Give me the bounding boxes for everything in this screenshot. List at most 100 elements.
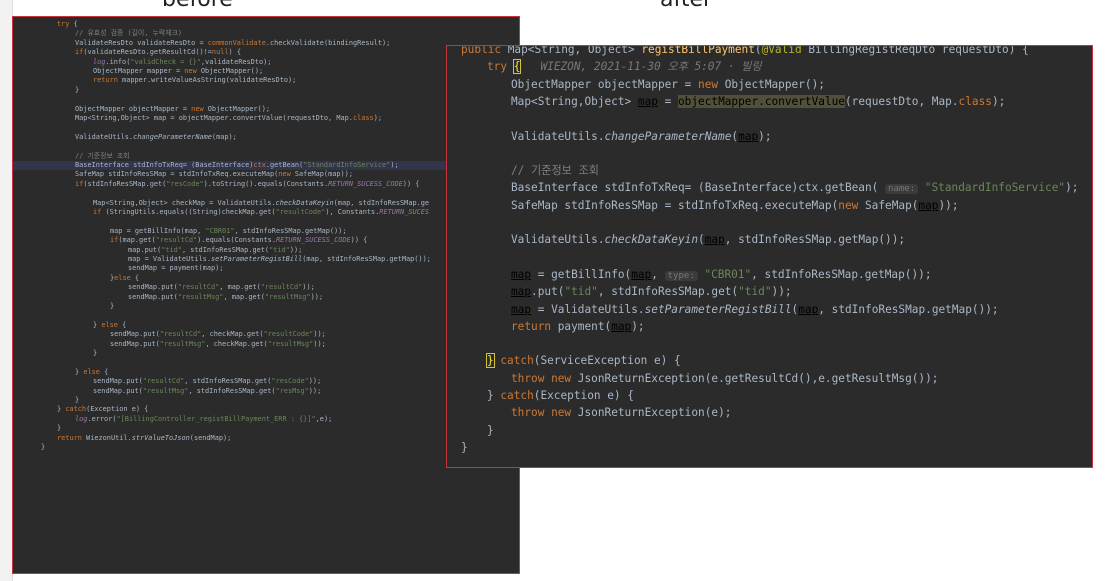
after-code-line[interactable]: }: [487, 422, 494, 439]
before-code-line[interactable]: return WiezonUtil.strValueToJson(sendMap…: [57, 434, 231, 443]
before-code-line[interactable]: // 유효성 검증 (길이, 누락체크): [75, 29, 182, 38]
before-code-line[interactable]: sendMap = payment(map);: [128, 264, 223, 273]
before-code-token: return: [93, 76, 118, 85]
after-code-token: changeParameterName: [604, 129, 732, 143]
after-code-line[interactable]: // 기준정보 조회: [511, 162, 599, 179]
before-code-token: ), Constants.: [325, 208, 380, 216]
before-code-line[interactable]: } else {: [75, 368, 108, 377]
before-code-line[interactable]: sendMap.put("resultCd", map.get("resultC…: [128, 283, 315, 292]
before-code-line[interactable]: return mapper.writeValueAsString(validat…: [93, 76, 296, 85]
after-code-token: new: [698, 77, 719, 91]
before-code-token: "resultMsg": [264, 292, 311, 301]
before-code-line[interactable]: ValidateUtils.changeParameterName(map);: [75, 133, 237, 142]
before-code-line[interactable]: }: [75, 396, 79, 405]
before-code-token: RETURN_SUCESS_CODE: [275, 236, 351, 245]
before-code-line[interactable]: map = getBillInfo(map, "CBR01", stdInfoR…: [110, 227, 346, 236]
before-code-line[interactable]: SafeMap stdInfoResSMap = stdInfoTxReq.ex…: [75, 170, 353, 179]
before-code-token: new: [184, 67, 197, 75]
after-code-token: throw new: [511, 371, 572, 385]
after-code-token: name:: [885, 184, 919, 195]
after-code-token: , stdInfoResSMap.getMap());: [818, 302, 999, 316]
before-code-line[interactable]: // 기준정보 조회: [75, 152, 130, 161]
before-code-line[interactable]: if(validateResDto.getResultCd()!=null) {: [75, 48, 241, 57]
after-code-line[interactable]: } catch(Exception e) {: [487, 387, 634, 404]
before-code-token: "resCode": [166, 179, 204, 188]
before-code-token: {: [69, 20, 78, 28]
after-code-line[interactable]: map = getBillInfo(map, type: "CBR01", st…: [511, 266, 932, 283]
before-code-token: ));: [313, 339, 326, 348]
after-code-line[interactable]: } catch(ServiceException e) {: [486, 352, 681, 369]
after-code-token: ,: [651, 267, 665, 281]
before-code-line[interactable]: sendMap.put("resultMsg", checkMap.get("r…: [110, 340, 326, 349]
before-code-token: "resMsg": [275, 386, 309, 395]
after-code-line[interactable]: throw new JsonReturnException(e);: [511, 404, 731, 421]
before-code-line[interactable]: if (StringUtils.equals((String)checkMap.…: [93, 208, 429, 217]
before-code-line[interactable]: ValidateResDto validateResDto = commonVa…: [75, 39, 390, 48]
after-code-token: (Exception e) {: [533, 389, 634, 402]
before-code-line[interactable]: if(stdInfoResSMap.get("resCode").toStrin…: [75, 180, 419, 189]
after-code-token: map: [798, 302, 819, 316]
before-code-line[interactable]: ObjectMapper objectMapper = new ObjectMa…: [75, 105, 270, 114]
after-code-token: Map<String,Object>: [511, 94, 638, 108]
before-code-line[interactable]: }: [57, 424, 61, 433]
after-code-line[interactable]: map = ValidateUtils.setParameterRegistBi…: [511, 301, 999, 318]
after-code-token: map: [918, 198, 939, 212]
after-code-line[interactable]: throw new JsonReturnException(e.getResul…: [511, 370, 938, 387]
before-code-token: SafeMap(map));: [290, 170, 353, 179]
after-code-line[interactable]: Map<String,Object> map = objectMapper.co…: [511, 93, 1005, 110]
before-code-line[interactable]: }: [110, 302, 114, 311]
before-code-token: (map);: [211, 132, 237, 141]
after-code-token: (: [754, 45, 762, 56]
before-code-line[interactable]: map.put("tid", stdInfoResSMap.get("tid")…: [128, 246, 302, 255]
before-code-line[interactable]: sendMap.put("resultCd", checkMap.get("re…: [110, 330, 326, 339]
before-code-line[interactable]: map = ValidateUtils.setParameterRegistBi…: [128, 255, 431, 264]
before-code-line[interactable]: }: [93, 349, 97, 358]
before-code-token: "resultCode": [275, 208, 326, 216]
before-code-token: }: [75, 85, 80, 94]
before-code-line[interactable]: if(map.get("resultCd").equals(Constants.…: [110, 236, 367, 245]
before-code-token: }: [93, 349, 98, 357]
after-code-token: ));: [938, 198, 959, 212]
after-code-token: map: [511, 285, 532, 299]
before-code-token: commonValidate: [207, 38, 266, 47]
after-code-line[interactable]: map.put("tid", stdInfoResSMap.get("tid")…: [511, 283, 792, 300]
before-code-line[interactable]: log.error("[BillingController_registBill…: [75, 415, 332, 424]
before-code-line[interactable]: try {: [57, 20, 78, 29]
before-code-token: , checkMap.get(: [201, 330, 264, 339]
before-code-line[interactable]: Map<String,Object> map = objectMapper.co…: [75, 114, 382, 123]
after-code-token: registBillPayment: [641, 45, 755, 56]
before-code-token: (StringUtils.equals((String)checkMap.get…: [101, 208, 276, 216]
before-code-token: log: [93, 57, 106, 66]
before-code-token: log: [75, 414, 88, 423]
after-code-line[interactable]: try { WIEZON, 2021-11-30 오후 5:07 · 빌링: [487, 58, 762, 75]
after-code-token: type:: [664, 270, 698, 281]
after-code-token: "tid": [738, 285, 772, 299]
after-code-line[interactable]: BaseInterface stdInfoTxReq= (BaseInterfa…: [511, 179, 1078, 196]
after-code-line[interactable]: public Map<String, Object> registBillPay…: [461, 45, 1029, 58]
before-code-line[interactable]: Map<String,Object> checkMap = ValidateUt…: [93, 199, 429, 208]
before-code-token: {: [130, 273, 140, 282]
before-code-token: null: [211, 48, 229, 57]
after-code-token: }: [486, 353, 495, 369]
before-code-line[interactable]: sendMap.put("resultMsg", stdInfoResSMap.…: [93, 387, 321, 396]
before-code-line[interactable]: }else {: [110, 274, 139, 283]
after-code-line[interactable]: ValidateUtils.checkDataKeyin(map, stdInf…: [511, 231, 905, 248]
before-code-line[interactable]: } else {: [93, 321, 126, 330]
after-code-line[interactable]: SafeMap stdInfoResSMap = stdInfoTxReq.ex…: [511, 197, 959, 214]
before-code-line[interactable]: log.info("validCheck = {}",validateResDt…: [93, 58, 271, 67]
before-code-line[interactable]: sendMap.put("resultMsg", map.get("result…: [128, 293, 323, 302]
after-code-line[interactable]: ValidateUtils.changeParameterName(map);: [511, 128, 772, 145]
before-code-line[interactable]: }: [75, 86, 79, 95]
before-code-line[interactable]: } catch(Exception e) {: [57, 405, 148, 414]
after-code-line[interactable]: }: [461, 439, 468, 456]
after-code-line[interactable]: return payment(map);: [511, 318, 645, 335]
after-code-token: SafeMap stdInfoResSMap = stdInfoTxReq.ex…: [511, 198, 839, 212]
before-code-line[interactable]: ObjectMapper mapper = new ObjectMapper()…: [93, 67, 263, 76]
after-code-line[interactable]: ObjectMapper objectMapper = new ObjectMa…: [511, 76, 825, 93]
before-code-token: map = getBillInfo(map,: [110, 226, 206, 235]
before-code-line[interactable]: BaseInterface stdInfoTxReq= (BaseInterfa…: [75, 161, 399, 170]
after-code-token: throw new: [511, 406, 572, 420]
before-code-line[interactable]: }: [41, 443, 45, 452]
before-code-token: );: [373, 114, 383, 122]
before-code-line[interactable]: sendMap.put("resultCd", stdInfoResSMap.g…: [93, 377, 321, 386]
